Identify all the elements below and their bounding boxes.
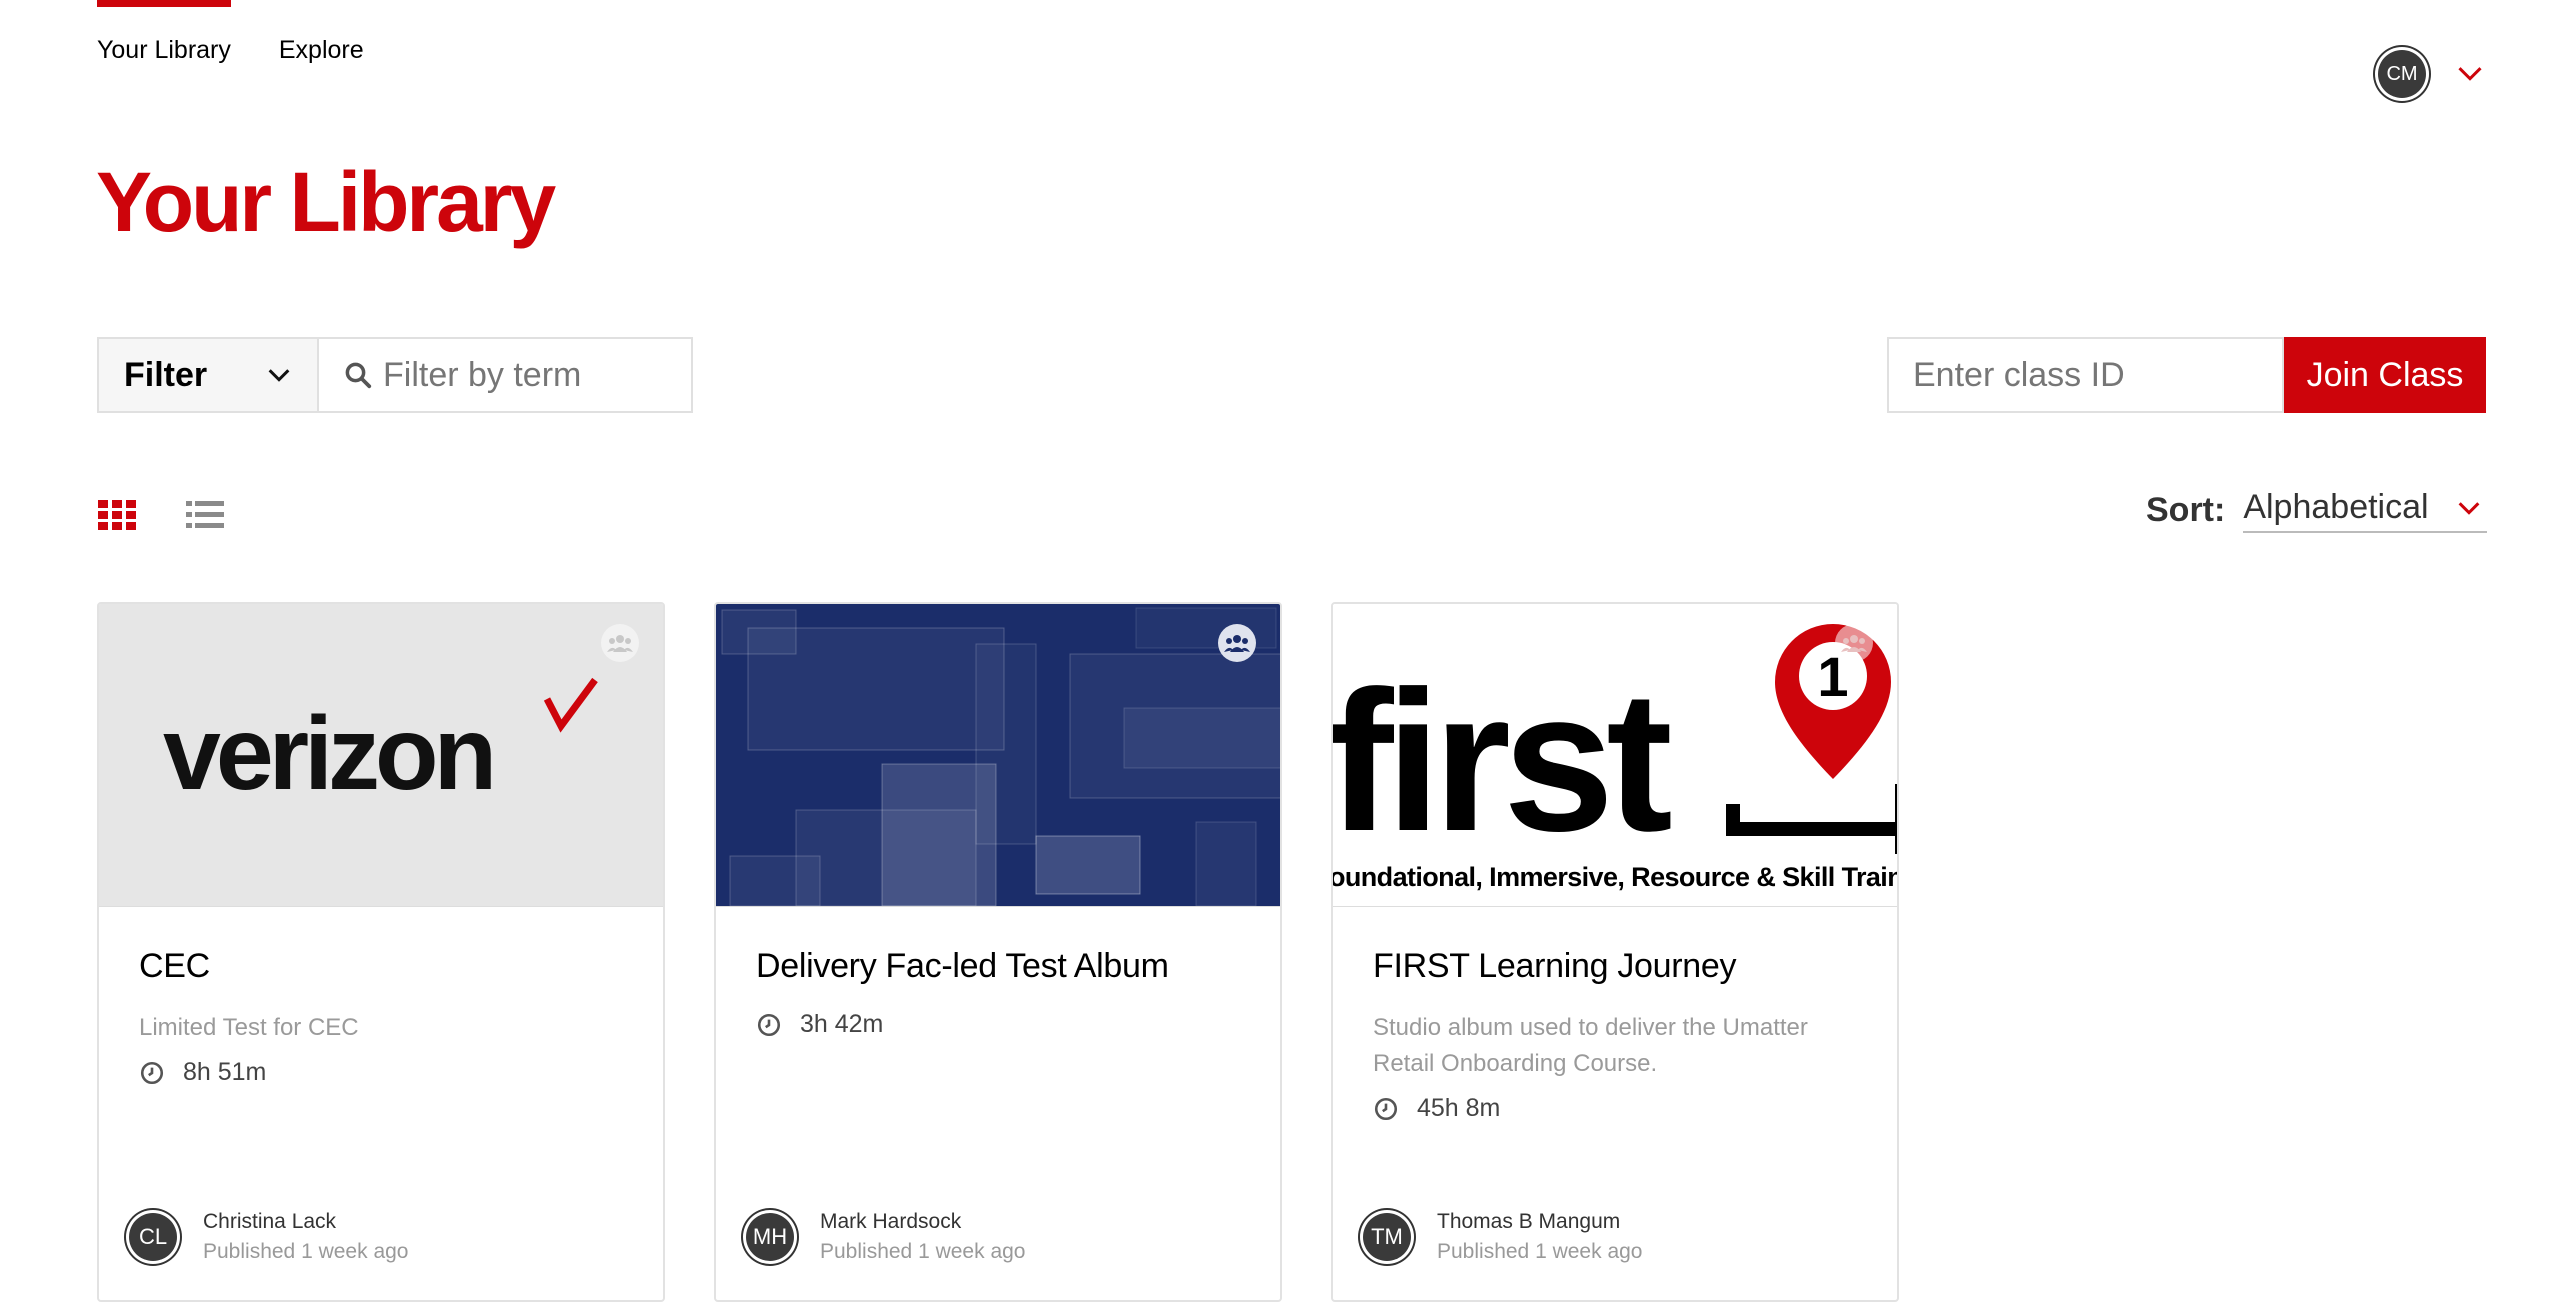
nav-explore[interactable]: Explore — [279, 36, 364, 65]
abstract-pattern-image — [721, 607, 1280, 906]
clock-icon — [140, 1061, 164, 1084]
duration-text: 3h 42m — [800, 1010, 884, 1038]
chevron-down-icon — [2458, 501, 2479, 515]
album-description: Limited Test for CEC — [139, 1014, 359, 1041]
top-nav: Your Library Explore — [97, 36, 364, 65]
album-description: Studio album used to deliver the Umatter… — [1373, 1014, 1808, 1077]
shared-group-icon — [1218, 624, 1256, 662]
author-name: Mark Hardsock — [820, 1210, 962, 1233]
album-card[interactable]: first 1 oundational, Immersive, Resource… — [1331, 602, 1899, 1302]
album-grid: verizon CEC Limited Test for CEC 8h 51m — [97, 602, 1899, 1302]
album-duration: 3h 42m — [756, 1010, 1240, 1039]
join-class-button[interactable]: Join Class — [2284, 337, 2486, 413]
active-nav-indicator — [97, 0, 231, 7]
svg-text:verizon: verizon — [163, 696, 492, 812]
chevron-down-icon — [268, 369, 290, 382]
album-duration: 45h 8m — [1373, 1094, 1857, 1123]
page-title: Your Library — [96, 155, 556, 249]
album-author: CL Christina Lack Published 1 week ago — [129, 1210, 408, 1264]
author-avatar: CL — [129, 1213, 177, 1261]
author-avatar: TM — [1363, 1213, 1411, 1261]
album-card[interactable]: Delivery Fac-led Test Album 3h 42m MH Ma… — [714, 602, 1282, 1302]
clock-icon — [1374, 1097, 1398, 1120]
published-date: Published 1 week ago — [1437, 1240, 1643, 1263]
sort-control: Sort: Alphabetical — [2146, 488, 2487, 533]
first-logo: first 1 oundational, Immersive, Resource… — [1333, 624, 1897, 892]
user-menu[interactable]: CM — [2378, 50, 2484, 98]
published-date: Published 1 week ago — [820, 1240, 1026, 1263]
class-id-input[interactable] — [1887, 337, 2284, 413]
nav-your-library[interactable]: Your Library — [97, 36, 231, 65]
album-title[interactable]: CEC — [139, 947, 623, 986]
sort-select[interactable]: Alphabetical — [2243, 488, 2487, 533]
album-author: TM Thomas B Mangum Published 1 week ago — [1363, 1210, 1642, 1264]
album-title[interactable]: Delivery Fac-led Test Album — [756, 947, 1240, 986]
svg-text:oundational, Immersive, Resour: oundational, Immersive, Resource & Skill… — [1333, 862, 1897, 892]
shared-group-icon — [1835, 624, 1873, 662]
author-name: Christina Lack — [203, 1210, 337, 1233]
album-card[interactable]: verizon CEC Limited Test for CEC 8h 51m — [97, 602, 665, 1302]
album-thumbnail: verizon — [99, 604, 663, 907]
author-name: Thomas B Mangum — [1437, 1210, 1621, 1233]
search-icon — [345, 362, 372, 389]
filter-label: Filter — [124, 355, 208, 394]
sort-label: Sort: — [2146, 491, 2226, 529]
album-title[interactable]: FIRST Learning Journey — [1373, 947, 1857, 986]
verizon-logo: verizon — [163, 677, 598, 812]
list-view-icon[interactable] — [186, 500, 224, 530]
album-author: MH Mark Hardsock Published 1 week ago — [746, 1210, 1025, 1264]
chevron-down-icon[interactable] — [2456, 60, 2484, 88]
album-thumbnail — [716, 604, 1280, 907]
duration-text: 8h 51m — [183, 1058, 267, 1086]
filter-dropdown[interactable]: Filter — [97, 337, 319, 413]
grid-view-icon[interactable] — [98, 500, 136, 530]
author-avatar: MH — [746, 1213, 794, 1261]
filter-search — [319, 337, 693, 413]
shared-group-icon — [601, 624, 639, 662]
album-duration: 8h 51m — [139, 1058, 623, 1087]
clock-icon — [757, 1013, 781, 1036]
album-thumbnail: first 1 oundational, Immersive, Resource… — [1333, 604, 1897, 907]
sort-value: Alphabetical — [2243, 488, 2429, 526]
published-date: Published 1 week ago — [203, 1240, 409, 1263]
svg-text:first: first — [1333, 650, 1671, 873]
filter-search-input[interactable] — [381, 354, 685, 396]
duration-text: 45h 8m — [1417, 1094, 1501, 1122]
user-avatar[interactable]: CM — [2378, 50, 2426, 98]
